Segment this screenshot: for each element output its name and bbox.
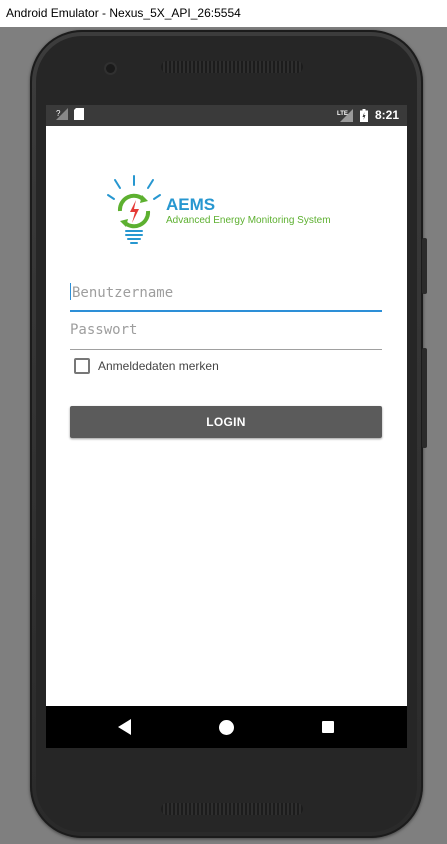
bottom-speaker-grille <box>161 803 303 815</box>
remember-label[interactable]: Anmeldedaten merken <box>98 359 219 373</box>
volume-button[interactable] <box>422 238 427 294</box>
status-right: LTE 8:21 <box>337 108 399 123</box>
recent-apps-icon[interactable] <box>322 721 334 733</box>
status-left: ? <box>56 108 84 120</box>
logo-title: AEMS <box>166 195 216 214</box>
navigation-bar <box>46 706 407 748</box>
lightbulb-energy-icon <box>107 175 161 244</box>
home-icon[interactable] <box>219 720 234 735</box>
svg-text:?: ? <box>56 109 61 118</box>
password-placeholder: Passwort <box>70 322 138 338</box>
device-screen: ? LTE 8:21 AEMS Advanced Energy Monitori… <box>46 105 407 748</box>
text-cursor <box>70 283 71 300</box>
remember-credentials-row[interactable]: Anmeldedaten merken <box>74 358 219 374</box>
status-bar: ? LTE 8:21 <box>46 105 407 126</box>
lte-signal-icon: LTE <box>337 109 353 122</box>
window-titlebar: Android Emulator - Nexus_5X_API_26:5554 <box>0 0 447 27</box>
username-field[interactable]: Benutzername <box>70 283 382 312</box>
username-underline <box>70 310 382 312</box>
svg-text:LTE: LTE <box>337 111 348 117</box>
top-speaker-grille <box>161 61 303 73</box>
battery-icon <box>359 109 368 122</box>
logo-tagline: Advanced Energy Monitoring System <box>166 215 331 226</box>
power-button[interactable] <box>422 348 427 448</box>
username-placeholder: Benutzername <box>72 285 174 301</box>
login-button[interactable]: LOGIN <box>70 406 382 438</box>
aems-logo: AEMS Advanced Energy Monitoring System <box>104 155 354 250</box>
clock: 8:21 <box>374 108 399 122</box>
window-title: Android Emulator - Nexus_5X_API_26:5554 <box>6 6 241 20</box>
login-button-label: LOGIN <box>206 415 246 429</box>
no-signal-icon: ? <box>56 108 68 120</box>
password-underline <box>70 349 382 350</box>
remember-checkbox[interactable] <box>74 358 90 374</box>
front-camera-icon <box>106 64 115 73</box>
sd-card-icon <box>74 108 84 120</box>
back-icon[interactable] <box>118 719 132 735</box>
password-field[interactable]: Passwort <box>70 322 382 350</box>
